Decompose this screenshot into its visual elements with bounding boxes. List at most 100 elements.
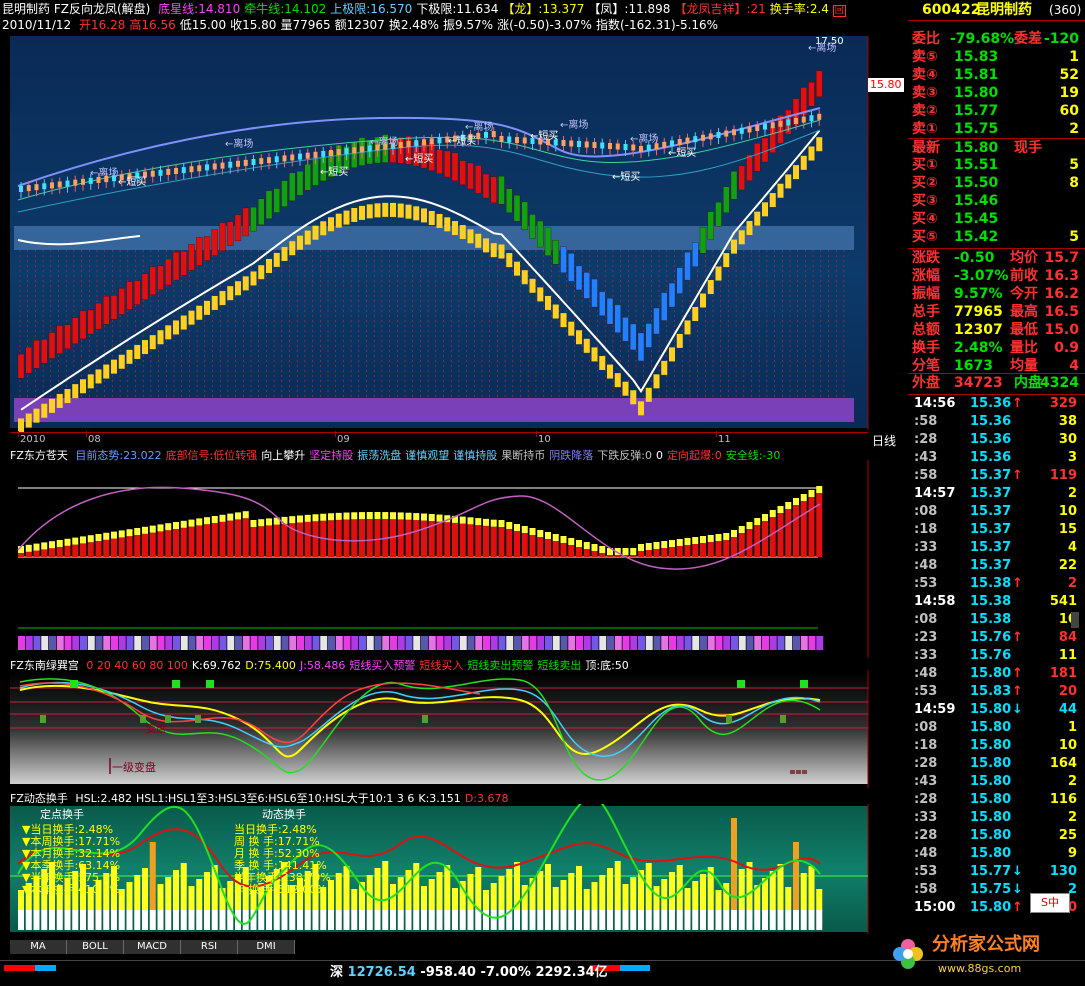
candle-body [739,127,744,134]
ind1-strip-bottom [165,636,173,650]
dragon-block [227,221,234,246]
candle-body [584,141,589,148]
level-price: 15.83 [954,49,999,65]
stat-label: 换手 [912,340,940,356]
level-price: 15.81 [954,67,999,83]
ind1-bar-cap [576,540,582,547]
ind1-strip-bottom [273,636,281,650]
phoenix-block [700,293,706,308]
turnover-bar [188,886,195,910]
phoenix-block [351,207,358,222]
tick-price: 15.37 [970,522,1012,537]
period-label[interactable]: 日线 [872,434,896,448]
ind1-bar [793,505,799,557]
dragon-block [498,175,505,205]
tick-time: :33 [914,810,938,825]
tab-dmi[interactable]: DMI [238,940,295,954]
turnover-base [343,910,350,930]
candle-body [290,154,295,161]
tick-time: 14:59 [914,702,956,717]
annotation-label: ←短买 [320,165,348,178]
turnover-base [196,910,203,930]
turnover-base [777,910,784,930]
buy-level[interactable]: 买⑤ 15.42 5 [908,228,1085,246]
turnover-base [289,910,296,930]
buy-level[interactable]: 买④ 15.45 [908,210,1085,228]
buy-level[interactable]: 买③ 15.46 [908,192,1085,210]
ind1-bar [180,527,187,557]
annotation-label: ←离场 [465,120,493,133]
ind1-strip-bottom [118,636,126,650]
ind2-chart[interactable]: 100.0050.000.00一级变盘变盘 [0,670,870,788]
ind1-bar-cap [359,512,365,520]
tick-row: 14:57 15.37 2 [908,485,1085,503]
tick-time: :48 [914,846,938,861]
ind1-bar [242,518,249,557]
sell-level[interactable]: 卖④ 15.81 52 [908,66,1085,84]
sell-level[interactable]: 卖③ 15.80 19 [908,84,1085,102]
sell-level[interactable]: 卖⑤ 15.83 1 [908,48,1085,66]
turnover-base [374,910,381,930]
ind1-strip-bottom [591,636,599,650]
turnover-base [467,910,474,930]
tick-price: 15.75 [970,882,1012,897]
chart-pane[interactable]: 昆明制药 FZ反向龙凤(解盘) 底星线:14.810 牵牛线:14.102 上极限:… [0,0,904,985]
phoenix-block [80,379,86,394]
turnover-bar [204,872,210,910]
ind1-bar [204,524,210,557]
candle-body [747,126,752,133]
ind1-strip-bottom [335,636,343,650]
market-summary[interactable]: 深 12726.54 -958.40 -7.00% 2292.34亿 [330,966,608,980]
sell-signal-marker [172,680,180,688]
sell-signal-marker [70,680,78,688]
phoenix-block [56,393,63,408]
ind1-bar-cap [227,513,234,521]
tick-volume: 2 [1067,774,1077,789]
dragon-block [459,160,466,185]
turnover-base [397,910,404,930]
ind1-strip-bottom [382,636,390,650]
ind3-chart[interactable]: 6.004.002.000.00 [0,804,870,934]
candle-body [677,139,682,145]
ind1-bar [118,537,125,557]
sell-level[interactable]: 卖① 15.75 2 [908,120,1085,138]
ind1-bar [149,532,156,557]
ind1-bar-cap [103,532,110,540]
phoenix-block [258,265,265,280]
tab-rsi[interactable]: RSI [181,940,238,954]
ind1-strip-bottom [64,636,72,650]
tick-price: 15.80 [970,774,1012,789]
tab-ma[interactable]: MA [10,940,67,954]
dragon-block [17,353,25,379]
phoenix-block [576,330,582,345]
turnover-base [95,910,102,930]
dragon-block [537,220,544,248]
buy-level[interactable]: 买① 15.51 5 [908,156,1085,174]
dragon-block [645,323,652,348]
dragon-block [599,291,606,316]
stock-name-quote: 昆明制药 [976,2,1032,18]
dragon-block [25,347,32,374]
phoenix-block [304,230,311,245]
dragon-block [110,295,118,320]
ind1-strip-bottom [676,636,684,650]
sell-level[interactable]: 卖② 15.77 60 [908,102,1085,120]
ind1-bar-cap [622,548,629,555]
ind1-bar-cap [529,528,536,535]
candle-body [476,132,481,139]
tab-boll[interactable]: BOLL [67,940,124,954]
phoenix-block [49,398,55,413]
ime-icon[interactable]: S中 [1030,893,1070,913]
tick-arrow-icon: ↑ [1012,684,1023,699]
level-price: 15.50 [954,175,999,191]
turnover-bar [669,872,675,910]
ind1-chart[interactable]: 3020.000.00-20.00-40.00 [0,460,870,658]
candle-body [313,151,318,158]
scrollbar[interactable] [1071,612,1079,628]
stat-label: 总手 [912,304,940,320]
buy-level[interactable]: 买② 15.50 8 [908,174,1085,192]
ind1-bar-cap [762,514,768,521]
tab-macd[interactable]: MACD [124,940,181,954]
main-kline-chart[interactable]: 16.0014.0012.0010.008.006.004.002.0017.5… [0,0,870,440]
tick-price: 15.77 [970,864,1012,879]
